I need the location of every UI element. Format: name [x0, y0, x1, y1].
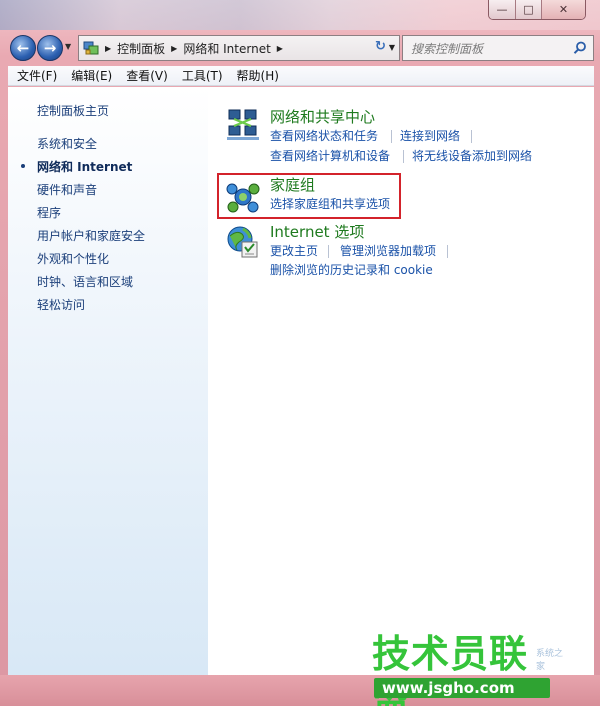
- network-sharing-icon[interactable]: [225, 107, 261, 143]
- link-separator: [403, 150, 404, 163]
- menu-help[interactable]: 帮助(H): [230, 66, 286, 86]
- manage-addons-link[interactable]: 管理浏览器加载项: [340, 244, 436, 259]
- control-panel-icon: [83, 40, 99, 56]
- delete-browsing-history-link[interactable]: 删除浏览的历史记录和 cookie: [270, 263, 433, 278]
- nav-programs[interactable]: 程序: [37, 205, 61, 221]
- search-input[interactable]: 搜索控制面板: [402, 35, 594, 61]
- nav-network-internet[interactable]: 网络和 Internet: [37, 159, 132, 175]
- minimize-button[interactable]: —: [489, 0, 515, 19]
- caption-buttons: — □ ✕: [488, 0, 586, 20]
- arrow-right-icon: →: [43, 39, 57, 57]
- search-icon[interactable]: [573, 41, 587, 55]
- menu-bar: 文件(F) 编辑(E) 查看(V) 工具(T) 帮助(H): [8, 66, 594, 86]
- add-wireless-device-link[interactable]: 将无线设备添加到网络: [412, 149, 532, 164]
- watermark-side-text: 系统之家: [536, 649, 564, 672]
- watermark-url: www.jsgho.com: [374, 678, 550, 698]
- address-bar[interactable]: ▶ 控制面板 ▶ 网络和 Internet ▶ ▼: [78, 35, 400, 61]
- view-network-computers-link[interactable]: 查看网络计算机和设备: [270, 149, 390, 164]
- nav-hardware-sound[interactable]: 硬件和声音: [37, 182, 97, 198]
- nav-appearance[interactable]: 外观和个性化: [37, 251, 109, 267]
- menu-tools[interactable]: 工具(T): [175, 66, 230, 86]
- nav-ease-of-access[interactable]: 轻松访问: [37, 297, 85, 313]
- recent-pages-dropdown[interactable]: ▼: [65, 42, 71, 51]
- back-button[interactable]: ←: [10, 35, 36, 61]
- menu-file[interactable]: 文件(F): [10, 66, 64, 86]
- breadcrumb-network-internet[interactable]: 网络和 Internet: [183, 40, 270, 57]
- link-separator: [447, 245, 448, 258]
- left-nav-pane: 控制面板主页 系统和安全 网络和 Internet 硬件和声音 程序 用户帐户和…: [8, 87, 208, 675]
- connect-to-network-link[interactable]: 连接到网络: [400, 129, 460, 144]
- refresh-icon[interactable]: ↻: [375, 39, 386, 54]
- menu-edit[interactable]: 编辑(E): [64, 66, 119, 86]
- homegroup-title[interactable]: 家庭组: [270, 176, 315, 194]
- link-separator: [391, 130, 392, 143]
- change-homepage-link[interactable]: 更改主页: [270, 244, 318, 259]
- internet-options-icon[interactable]: [225, 224, 261, 260]
- nav-system-security[interactable]: 系统和安全: [37, 136, 97, 152]
- chevron-right-icon[interactable]: ▶: [171, 44, 177, 53]
- close-button[interactable]: ✕: [541, 0, 585, 19]
- breadcrumb-control-panel[interactable]: 控制面板: [117, 40, 165, 57]
- control-panel-home-link[interactable]: 控制面板主页: [37, 103, 109, 119]
- search-placeholder: 搜索控制面板: [411, 41, 484, 56]
- navigation-bar: ← → ▼ ▶ 控制面板 ▶ 网络和 Internet ▶ ▼ ↻ 搜索控制面板: [8, 30, 594, 62]
- link-separator: [471, 130, 472, 143]
- nav-clock-language-region[interactable]: 时钟、语言和区域: [37, 274, 133, 290]
- address-history-dropdown[interactable]: ▼: [389, 43, 395, 52]
- chevron-right-icon[interactable]: ▶: [105, 44, 111, 53]
- internet-options-title[interactable]: Internet 选项: [270, 223, 364, 241]
- homegroup-icon[interactable]: [225, 179, 261, 215]
- watermark-logo: 技术员联盟 www.jsgho.com 系统之家: [370, 632, 566, 706]
- maximize-button[interactable]: □: [515, 0, 541, 19]
- current-page-bullet: [21, 164, 25, 168]
- content-pane: 网络和共享中心 查看网络状态和任务 连接到网络 查看网络计算机和设备 将无线设备…: [208, 87, 594, 675]
- view-network-status-link[interactable]: 查看网络状态和任务: [270, 129, 378, 144]
- homegroup-sharing-options-link[interactable]: 选择家庭组和共享选项: [270, 197, 390, 212]
- nav-user-accounts-family[interactable]: 用户帐户和家庭安全: [37, 228, 145, 244]
- arrow-left-icon: ←: [16, 39, 30, 57]
- chevron-right-icon[interactable]: ▶: [277, 44, 283, 53]
- network-sharing-center-title[interactable]: 网络和共享中心: [270, 108, 375, 126]
- forward-button[interactable]: →: [37, 35, 63, 61]
- menu-view[interactable]: 查看(V): [119, 66, 175, 86]
- link-separator: [328, 245, 329, 258]
- window-frame: — □ ✕ ← → ▼ ▶ 控制面板 ▶ 网络和 Internet ▶ ▼ ↻ …: [0, 0, 600, 706]
